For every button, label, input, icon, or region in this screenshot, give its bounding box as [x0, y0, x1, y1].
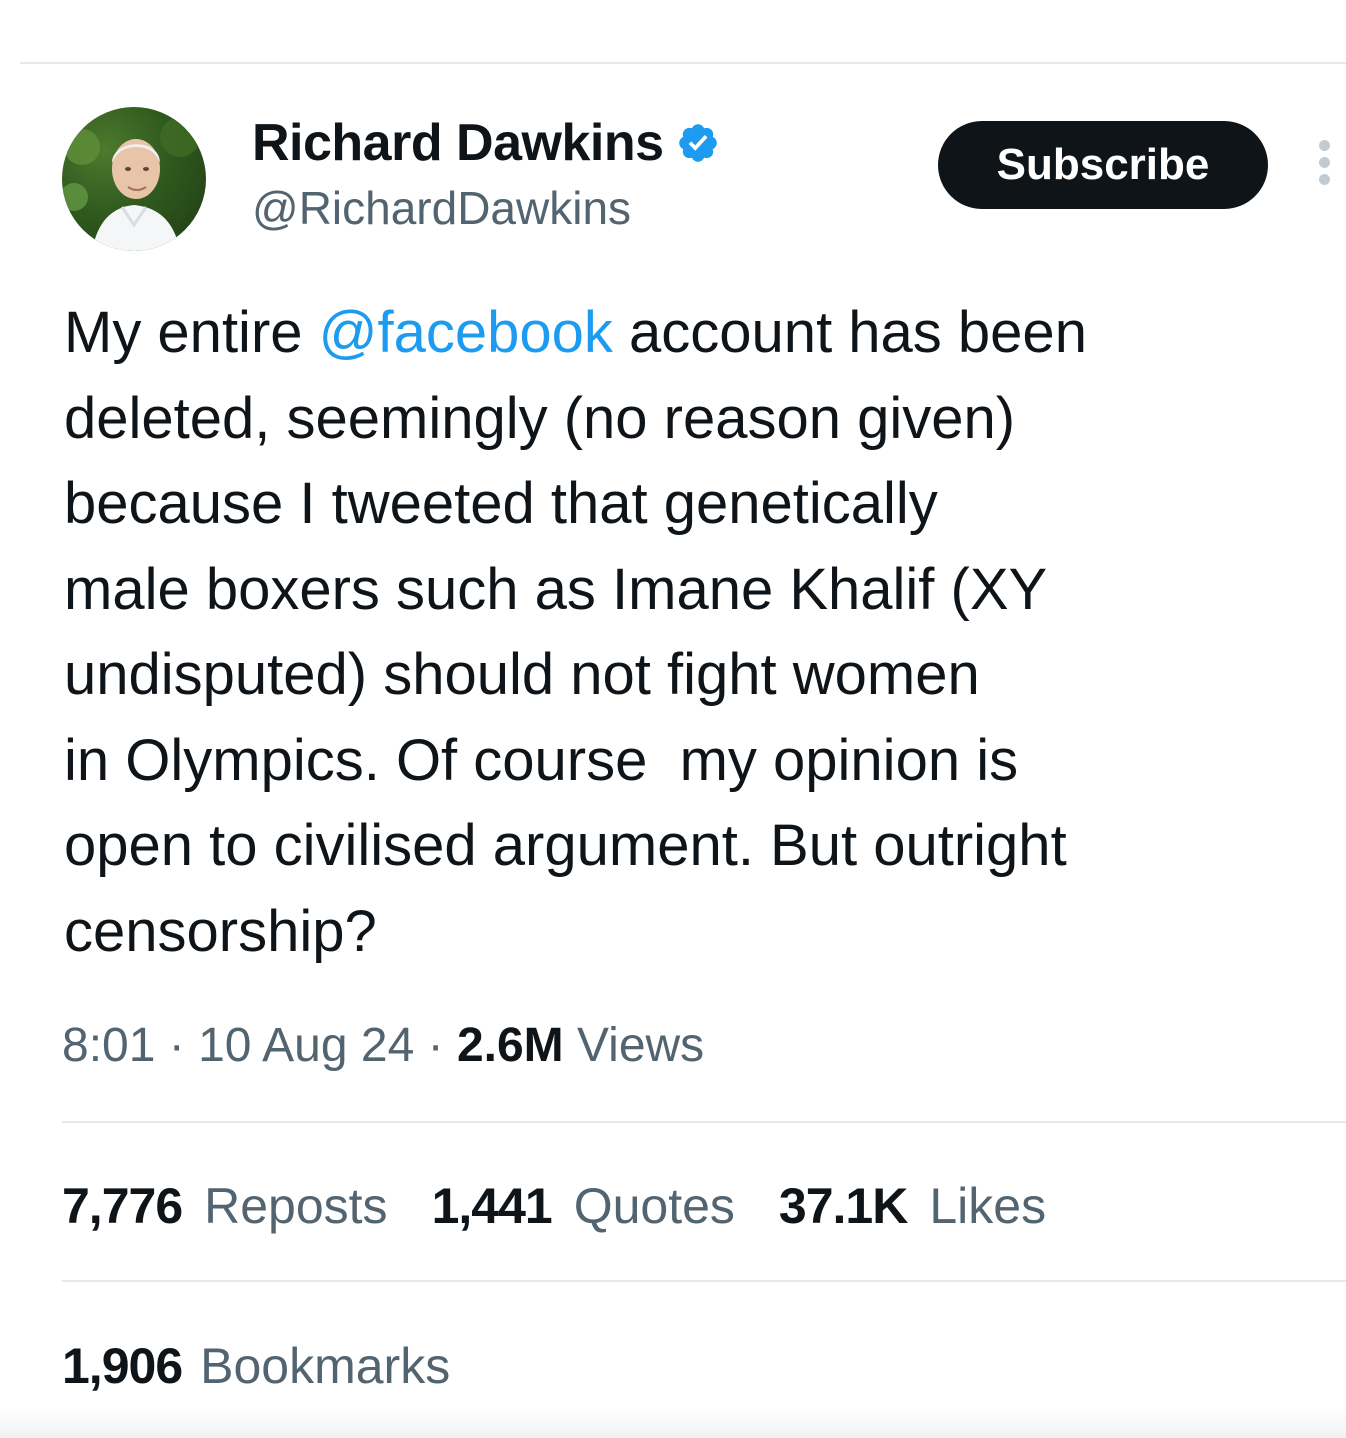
verified-badge-icon[interactable] — [676, 121, 720, 165]
meta-separator: · — [155, 1019, 199, 1072]
tweet-text: My entire @facebook account has been del… — [64, 290, 1304, 974]
meta-separator: · — [414, 1019, 457, 1072]
subscribe-button[interactable]: Subscribe — [938, 121, 1268, 209]
views-label: Views — [563, 1019, 705, 1072]
divider — [62, 1280, 1346, 1282]
tweet-date[interactable]: 10 Aug 24 — [198, 1019, 414, 1072]
bottom-edge — [0, 1408, 1346, 1438]
avatar[interactable] — [62, 107, 206, 251]
reposts-label: Reposts — [204, 1178, 388, 1234]
tweet-time[interactable]: 8:01 — [62, 1019, 155, 1072]
tweet-page: Richard Dawkins @RichardDawkins Subscrib… — [0, 0, 1346, 1438]
tweet-text-part: account has been deleted, seemingly (no … — [64, 300, 1087, 964]
profile-photo — [62, 117, 200, 251]
reposts-count: 7,776 — [62, 1178, 183, 1234]
views-count: 2.6M — [456, 1019, 564, 1072]
divider — [62, 1121, 1346, 1123]
likes-count: 37.1K — [778, 1178, 908, 1234]
tweet-meta: 8:01 · 10 Aug 24 · 2.6M Views — [62, 1016, 704, 1076]
likes-stat[interactable]: 37.1K Likes — [779, 1176, 1046, 1236]
bookmarks-count: 1,906 — [62, 1338, 183, 1394]
vertical-ellipsis-icon[interactable] — [1312, 140, 1336, 192]
user-handle[interactable]: @RichardDawkins — [252, 180, 631, 236]
author-name-row: Richard Dawkins — [252, 112, 720, 174]
quotes-stat[interactable]: 1,441 Quotes — [432, 1176, 735, 1236]
tweet-text-part: My entire — [64, 300, 319, 365]
mention-link[interactable]: @facebook — [319, 300, 613, 365]
quotes-count: 1,441 — [431, 1178, 553, 1234]
bookmarks-label: Bookmarks — [200, 1338, 451, 1394]
display-name[interactable]: Richard Dawkins — [252, 112, 664, 174]
quotes-label: Quotes — [573, 1178, 735, 1234]
engagement-stats: 7,776 Reposts 1,441 Quotes 37.1K Likes — [62, 1176, 1090, 1236]
reposts-stat[interactable]: 7,776 Reposts — [62, 1176, 388, 1236]
top-divider — [20, 62, 1346, 64]
bookmarks-stat[interactable]: 1,906 Bookmarks — [62, 1336, 450, 1396]
likes-label: Likes — [929, 1178, 1047, 1234]
